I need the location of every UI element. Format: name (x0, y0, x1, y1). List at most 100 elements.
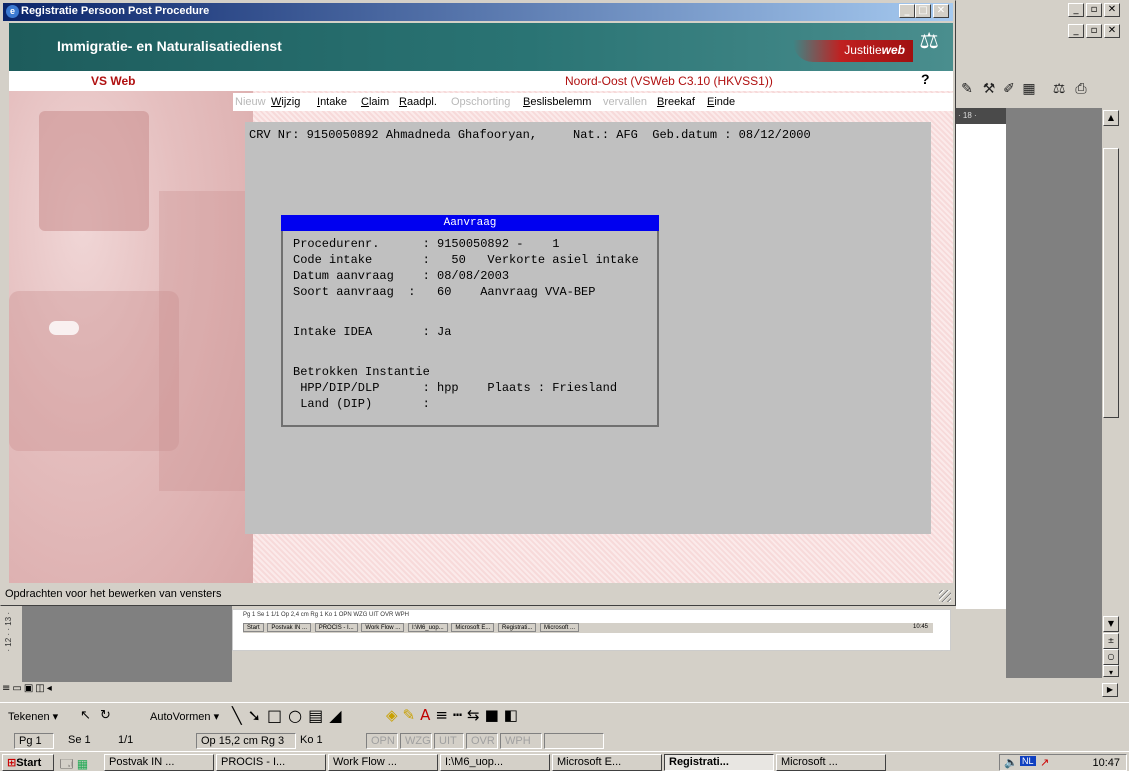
color-tools[interactable]: ◈✎A≡┅⇆■◧ (386, 706, 523, 724)
format-painter-icon[interactable]: ✐ (1000, 80, 1018, 98)
autovormen-menu[interactable]: AutoVormen ▾ (150, 710, 219, 723)
window-title: Registratie Persoon Post Procedure (21, 5, 210, 17)
dialog-line: HPP/DIP/DLP : hpp Plaats : Friesland (293, 381, 618, 395)
shadow-icon[interactable]: ■ (485, 706, 504, 724)
tekenen-menu[interactable]: Tekenen ▾ (8, 710, 58, 723)
status-section: Se 1 (68, 734, 91, 746)
main-close-button[interactable]: ✕ (933, 4, 949, 18)
aanvraag-dialog: Aanvraag Procedurenr. : 9150050892 - 1 C… (281, 215, 659, 427)
dash-style-icon[interactable]: ┅ (453, 706, 467, 724)
menu-wijzig[interactable]: Wijzig (271, 96, 300, 108)
main-minimize-button[interactable]: _ (899, 4, 915, 18)
task-button-word[interactable]: Microsoft ... (776, 754, 886, 771)
menu-beslisbelemm[interactable]: Beslisbelemm (523, 96, 591, 108)
status-wph[interactable]: WPH (500, 733, 542, 749)
task-label: Work Flow ... (333, 756, 397, 768)
word-horizontal-scrollbar[interactable]: ≡▭▣◫◂ ▶ (0, 682, 1120, 699)
line-color-icon[interactable]: ✎ (403, 706, 421, 724)
task-button-outlook[interactable]: Postvak IN ... (104, 754, 214, 771)
doc-minimize-button[interactable]: _ (1068, 24, 1084, 38)
task-label: PROCIS - I... (221, 756, 286, 768)
fill-color-icon[interactable]: ◈ (386, 706, 403, 724)
start-button[interactable]: ⊞Start (2, 754, 54, 771)
word-vertical-scrollbar[interactable]: ▲ ▼ ± ○ ▾ (1102, 108, 1120, 678)
select-pointer-icon[interactable]: ↖ (80, 708, 91, 723)
status-page: Pg 1 (14, 733, 54, 749)
menu-einde[interactable]: Einde (707, 96, 735, 108)
print-icon[interactable]: ⎙ (1072, 80, 1090, 98)
next-page-button[interactable]: ▾ (1103, 665, 1119, 677)
decorative-photo-panel (9, 71, 253, 583)
task-button-explorer[interactable]: I:\M6_uop... (440, 754, 550, 771)
dialog-line: Land (DIP) : (293, 397, 430, 411)
mini-clock: 10:45 (912, 624, 928, 630)
doc-restore-button[interactable]: ▫ (1086, 24, 1102, 38)
taskbar: ⊞Start 🗔 ▦ Postvak IN ... PROCIS - I... … (0, 751, 1129, 771)
action-menu: Nieuw Wijzig Intake Claim Raadpl. Opscho… (233, 93, 953, 111)
highlight-icon[interactable]: ✎ (958, 80, 976, 98)
word-restore-button[interactable]: ▫ (1086, 3, 1102, 17)
task-button-excel[interactable]: Microsoft E... (552, 754, 662, 771)
photo-highlight (49, 321, 79, 335)
menu-intake[interactable]: Intake (317, 96, 347, 108)
prev-page-button[interactable]: ± (1103, 633, 1119, 649)
system-tray: 🔈 NL ↗ 10:47 (999, 754, 1127, 771)
menu-vervallen: vervallen (603, 96, 648, 108)
font-color-icon[interactable]: A (420, 706, 435, 724)
dialog-line: Intake IDEA : Ja (293, 325, 452, 339)
mini-task-item: Start (243, 623, 264, 632)
main-maximize-button[interactable]: □ (915, 4, 931, 18)
word-close-button[interactable]: ✕ (1104, 3, 1120, 17)
status-wzg[interactable]: WZG (400, 733, 432, 749)
task-button-procis[interactable]: PROCIS - I... (216, 754, 326, 771)
language-indicator[interactable]: NL (1020, 756, 1036, 766)
arrow-style-icon[interactable]: ⇆ (467, 706, 485, 724)
mini-task-item: I:\M6_uop... (407, 623, 448, 632)
word-document-background (1006, 108, 1102, 678)
windows-logo-icon: ⊞ (7, 756, 17, 769)
app-quicklaunch-icon[interactable]: ▦ (77, 757, 88, 771)
3d-icon[interactable]: ◧ (504, 706, 523, 724)
columns-icon[interactable]: ⚖ (1050, 80, 1068, 98)
scroll-down-button[interactable]: ▼ (1103, 616, 1119, 632)
table-icon[interactable]: ▦ (1020, 80, 1038, 98)
main-statusbar: Opdrachten voor het bewerken van venster… (3, 586, 953, 604)
speaker-icon[interactable]: 🔈 (1004, 756, 1018, 769)
mini-task-item: Work Flow ... (361, 623, 405, 632)
task-label: Registrati... (669, 756, 729, 768)
status-opn[interactable]: OPN (366, 733, 398, 749)
task-label: Microsoft E... (557, 756, 622, 768)
mini-task-item: Microsoft E... (451, 623, 495, 632)
justitie-logo: Justitieweb (844, 43, 905, 57)
word-ruler: · 18 · (956, 108, 1006, 124)
main-titlebar[interactable]: e Registratie Persoon Post Procedure _ □… (3, 3, 953, 21)
shape-tools[interactable]: ╲➘□○▤◢ (232, 706, 348, 725)
tools-icon[interactable]: ⚒ (980, 80, 998, 98)
menu-raadpl[interactable]: Raadpl. (399, 96, 437, 108)
network-icon[interactable]: ↗ (1040, 756, 1049, 769)
rotate-icon[interactable]: ↻ (100, 708, 111, 723)
scroll-up-button[interactable]: ▲ (1103, 110, 1119, 126)
doc-close-button[interactable]: ✕ (1104, 24, 1120, 38)
justitia-figure-icon: ⚖ (919, 29, 939, 54)
menu-breekaf[interactable]: Breekaf (657, 96, 695, 108)
main-ie-window: e Registratie Persoon Post Procedure _ □… (0, 0, 956, 606)
web-content: Immigratie- en Naturalisatiedienst Justi… (9, 23, 953, 583)
menu-claim[interactable]: Claim (361, 96, 389, 108)
word-titlebar: _ ▫ ✕ _ ▫ ✕ (956, 0, 1129, 38)
status-uit[interactable]: UIT (434, 733, 464, 749)
line-style-icon[interactable]: ≡ (435, 706, 453, 724)
scroll-right-button[interactable]: ▶ (1102, 683, 1118, 697)
resize-grip[interactable] (939, 590, 951, 602)
status-ovr[interactable]: OVR (466, 733, 498, 749)
scroll-thumb[interactable] (1103, 148, 1119, 418)
word-minimize-button[interactable]: _ (1068, 3, 1084, 17)
view-buttons[interactable]: ≡▭▣◫◂ (2, 683, 90, 697)
browse-object-button[interactable]: ○ (1103, 649, 1119, 665)
help-icon[interactable]: ? (921, 71, 930, 87)
app-header-row: VS Web Noord-Oost (VSWeb C3.10 (HKVSS1))… (9, 71, 953, 91)
task-button-workflow[interactable]: Work Flow ... (328, 754, 438, 771)
task-button-registratie[interactable]: Registrati... (664, 754, 774, 771)
photo-shape (159, 191, 249, 491)
show-desktop-icon[interactable]: 🗔 (60, 757, 73, 771)
